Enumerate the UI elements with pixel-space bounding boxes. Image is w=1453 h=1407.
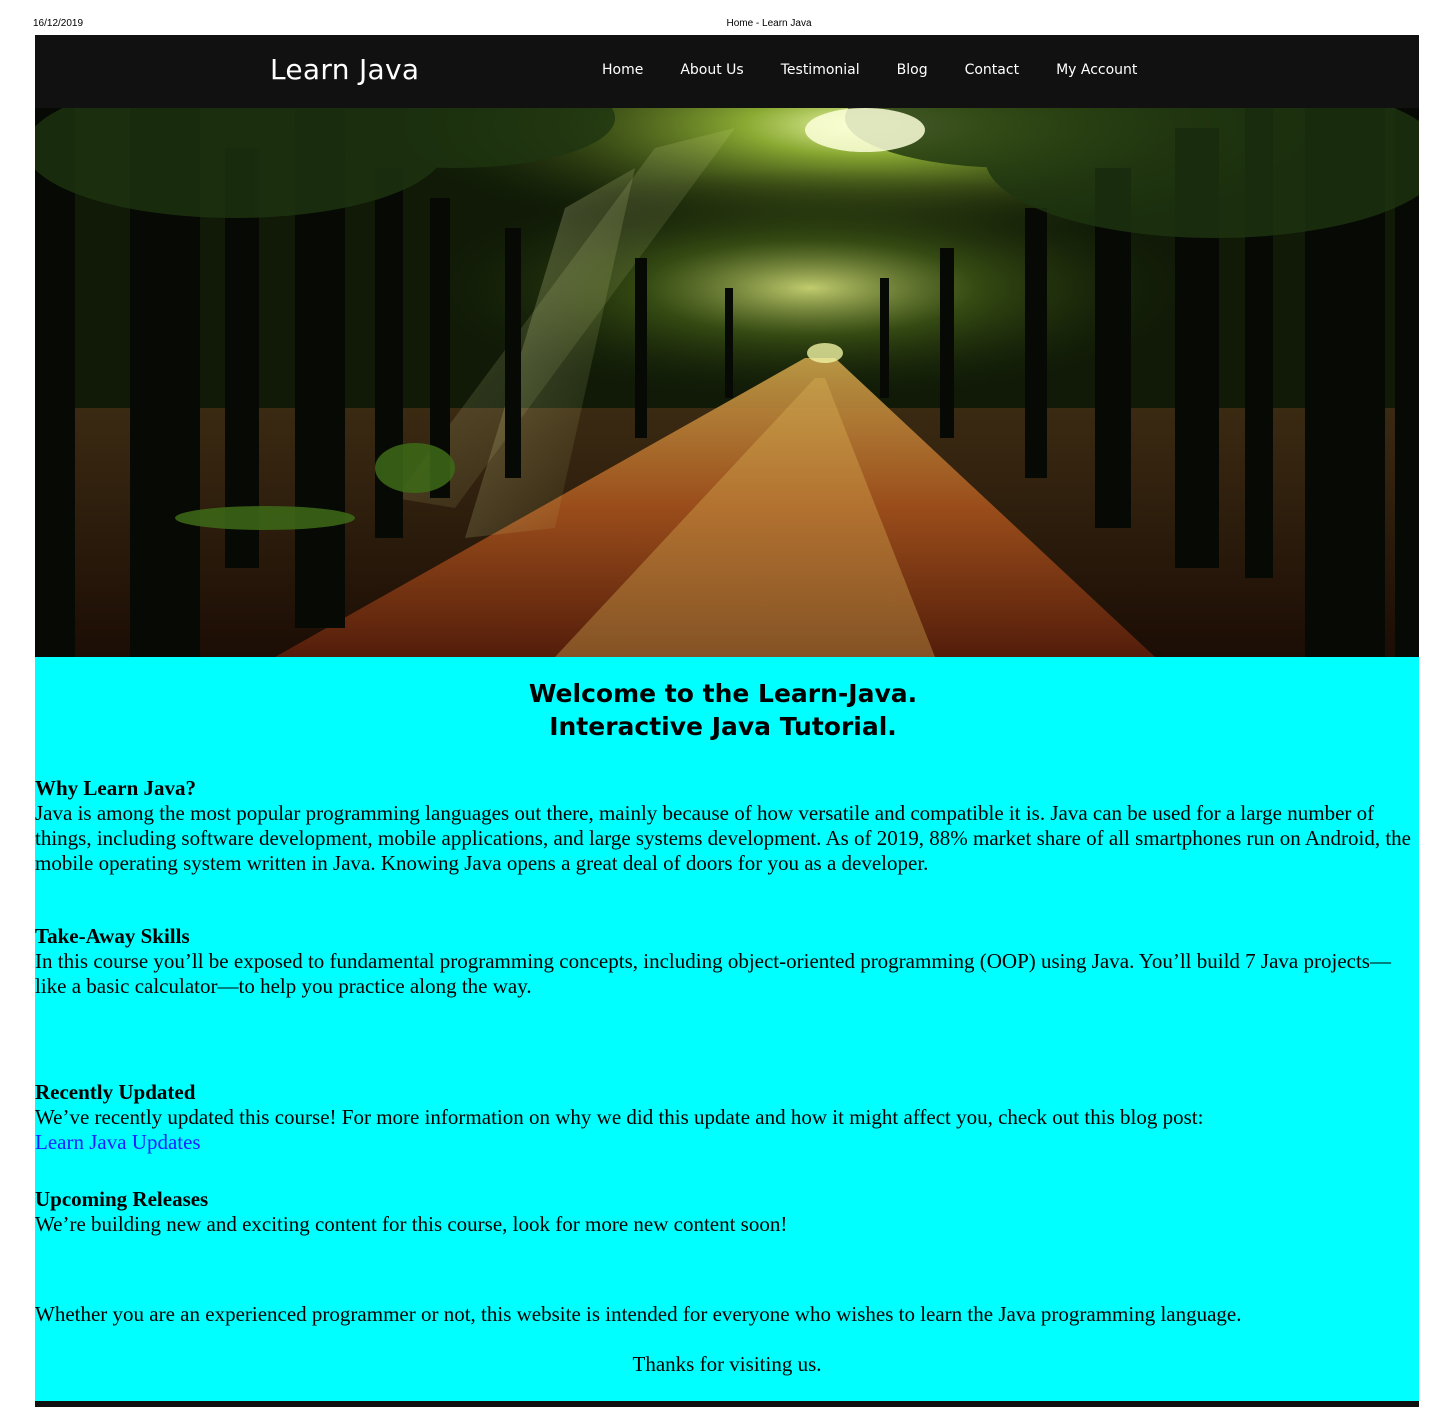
section-take-away-skills: Take-Away Skills In this course you’ll b… (35, 924, 1415, 999)
nav-about-us[interactable]: About Us (680, 62, 743, 84)
nav-home[interactable]: Home (602, 62, 643, 84)
section-recently-updated: Recently Updated We’ve recently updated … (35, 1080, 1415, 1155)
print-header: 16/12/2019 Home - Learn Java (0, 16, 1453, 32)
section-body: We’ve recently updated this course! For … (35, 1105, 1204, 1129)
footer-bar (35, 1401, 1419, 1407)
welcome-line-1: Welcome to the Learn-Java. (528, 679, 918, 708)
section-why-learn-java: Why Learn Java? Java is among the most p… (35, 776, 1415, 876)
nav-testimonial[interactable]: Testimonial (781, 62, 860, 84)
section-body: Java is among the most popular programmi… (35, 801, 1412, 875)
welcome-line-2: Interactive Java Tutorial. (549, 712, 897, 741)
section-body: In this course you’ll be exposed to fund… (35, 949, 1391, 998)
section-heading: Upcoming Releases (35, 1187, 209, 1211)
section-heading: Take-Away Skills (35, 924, 190, 948)
main-content: Welcome to the Learn-Java. Interactive J… (35, 657, 1419, 1407)
navbar: Learn Java Home About Us Testimonial Blo… (35, 35, 1419, 108)
section-heading: Why Learn Java? (35, 776, 197, 800)
welcome-heading: Welcome to the Learn-Java. Interactive J… (35, 677, 1411, 743)
section-heading: Recently Updated (35, 1080, 196, 1104)
site-logo[interactable]: Learn Java (270, 53, 419, 86)
nav-blog[interactable]: Blog (897, 62, 928, 84)
closing-text: Whether you are an experienced programme… (35, 1302, 1242, 1326)
section-body: We’re building new and exciting content … (35, 1212, 788, 1236)
learn-java-updates-link[interactable]: Learn Java Updates (35, 1130, 1415, 1155)
nav-contact[interactable]: Contact (965, 62, 1019, 84)
nav-my-account[interactable]: My Account (1056, 62, 1137, 84)
section-upcoming-releases: Upcoming Releases We’re building new and… (35, 1187, 1415, 1237)
print-title: Home - Learn Java (726, 18, 812, 29)
hero-forest-image (35, 108, 1419, 657)
main-nav: Home About Us Testimonial Blog Contact M… (602, 62, 1137, 84)
page: Learn Java Home About Us Testimonial Blo… (35, 35, 1419, 1407)
thanks-text: Thanks for visiting us. (632, 1352, 822, 1376)
